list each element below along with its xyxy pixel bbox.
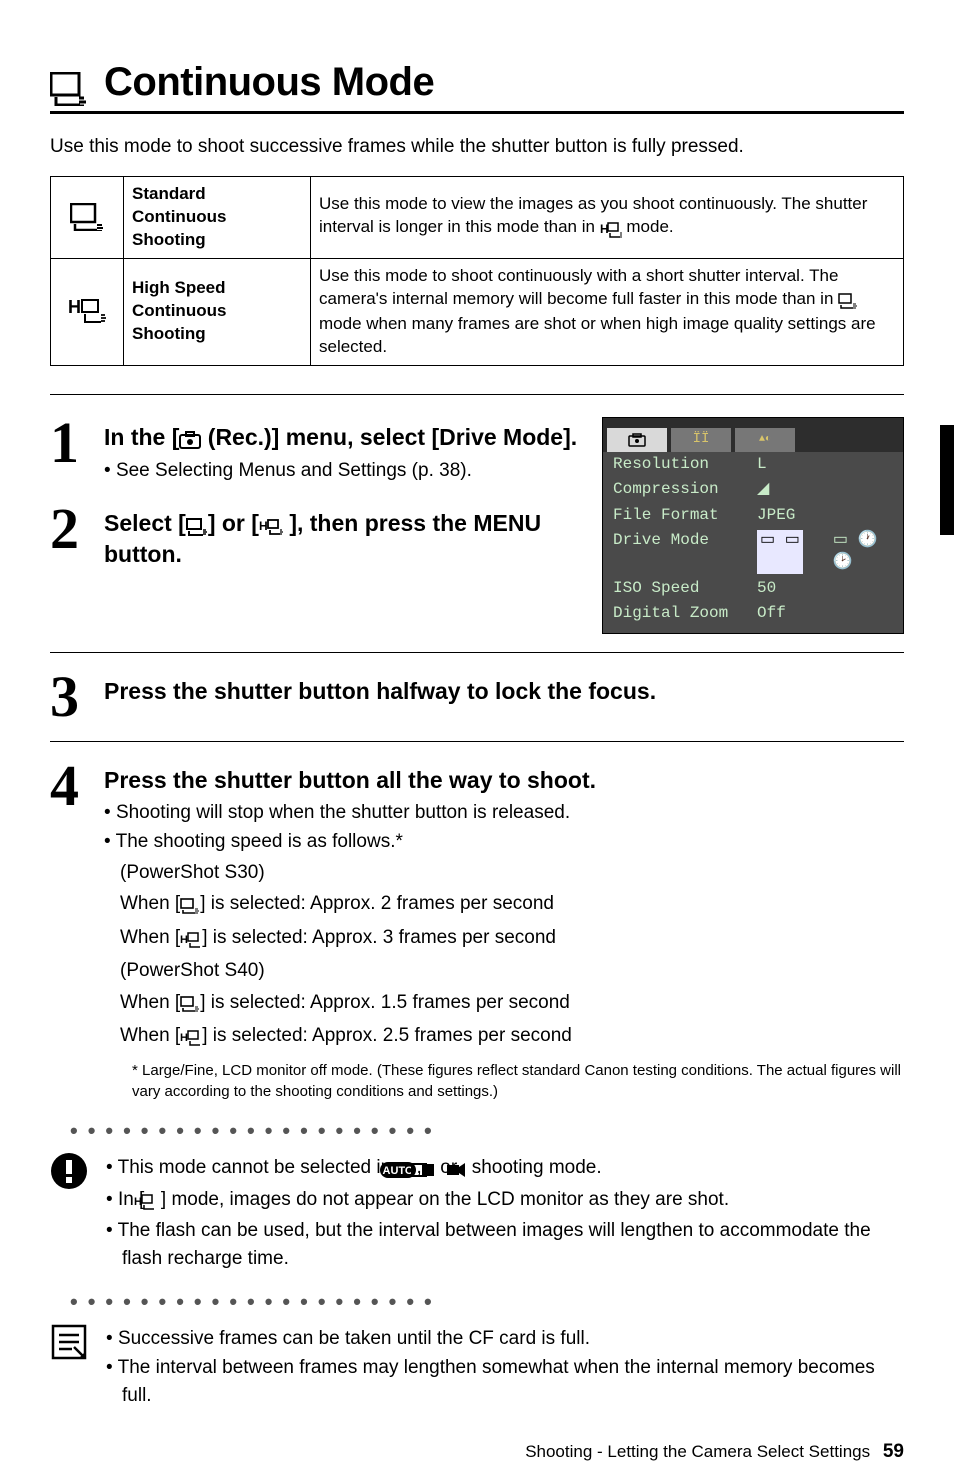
- standard-continuous-icon: [186, 511, 208, 540]
- note-bullet: The interval between frames may lengthen…: [106, 1354, 904, 1409]
- high-speed-continuous-icon: H: [600, 218, 622, 241]
- step-3: 3 Press the shutter button halfway to lo…: [50, 671, 904, 723]
- high-speed-continuous-icon: H: [180, 925, 202, 954]
- menu-row: File FormatJPEG: [603, 503, 903, 529]
- page-footer: Shooting - Letting the Camera Select Set…: [50, 1441, 904, 1463]
- page-number: 59: [883, 1441, 904, 1462]
- step-number: 2: [50, 503, 92, 573]
- menu-row: Compression◢: [603, 477, 903, 503]
- step-number: 1: [50, 417, 92, 487]
- step-1: 1 In the [ (Rec.)] menu, select [Drive M…: [50, 417, 578, 487]
- mode-desc-cell: Use this mode to view the images as you …: [311, 177, 904, 259]
- note-bullet: Successive frames can be taken until the…: [106, 1325, 904, 1353]
- camera-rec-icon: [179, 425, 201, 454]
- modes-table: Standard Continuous Shooting Use this mo…: [50, 176, 904, 366]
- step-4: 4 Press the shutter button all the way t…: [50, 760, 904, 1102]
- tip-note: Successive frames can be taken until the…: [50, 1323, 904, 1412]
- mode-name-cell: High Speed Continuous Shooting: [124, 258, 311, 365]
- step-heading: Press the shutter button all the way to …: [104, 766, 904, 795]
- svg-text:H: H: [180, 1032, 188, 1044]
- standard-continuous-icon: [180, 990, 200, 1019]
- dotted-separator: •••••••••••••••••••••: [70, 1118, 904, 1144]
- stitch-assist-icon: [427, 1156, 435, 1184]
- intro-text: Use this mode to shoot successive frames…: [50, 136, 904, 158]
- camera-menu-screenshot: ÏÏ ▲◐ ResolutionL Compression◢ File Form…: [602, 417, 904, 634]
- svg-text:H: H: [68, 297, 81, 317]
- step-number: 3: [50, 671, 92, 723]
- standard-continuous-icon: [838, 290, 858, 313]
- step-bullet: Shooting will stop when the shutter butt…: [104, 799, 904, 827]
- standard-continuous-icon: [51, 177, 124, 259]
- table-row: H High Speed Continuous Shooting Use thi…: [51, 258, 904, 365]
- spec-line: When [H] is selected: Approx. 2.5 frames…: [104, 1021, 904, 1052]
- high-speed-continuous-icon: H: [51, 258, 124, 365]
- continuous-mode-icon: [50, 68, 90, 106]
- page-title: Continuous Mode: [104, 60, 434, 105]
- high-speed-continuous-icon: H: [180, 1023, 202, 1052]
- high-speed-continuous-icon: H: [259, 511, 283, 540]
- warning-note: This mode cannot be selected in AUTO, or…: [50, 1152, 904, 1274]
- note-bullet: In [ H ] mode, images do not appear on t…: [106, 1186, 904, 1216]
- menu-tab-rec: [607, 428, 667, 452]
- model-label: (PowerShot S30): [104, 858, 904, 887]
- step-heading: Press the shutter button halfway to lock…: [104, 677, 904, 706]
- step-heading: Select [] or [H ], then press the MENU b…: [104, 509, 578, 569]
- mode-desc-cell: Use this mode to shoot continuously with…: [311, 258, 904, 365]
- table-row: Standard Continuous Shooting Use this mo…: [51, 177, 904, 259]
- step-number: 4: [50, 760, 92, 1102]
- standard-continuous-icon: [180, 891, 200, 920]
- tip-icon: [50, 1323, 92, 1412]
- menu-row-selected: Drive Mode▭ ▭▭ 🕐 🕑: [603, 528, 903, 575]
- menu-row: Digital ZoomOff: [603, 601, 903, 627]
- menu-tab-mycamera: ▲◐: [735, 428, 795, 452]
- footnote: * Large/Fine, LCD monitor off mode. (The…: [104, 1060, 904, 1102]
- step-heading: In the [ (Rec.)] menu, select [Drive Mod…: [104, 423, 578, 454]
- note-bullet: The flash can be used, but the interval …: [106, 1217, 904, 1272]
- note-bullet: This mode cannot be selected in AUTO, or…: [106, 1154, 904, 1184]
- dotted-separator: •••••••••••••••••••••: [70, 1289, 904, 1315]
- spec-line: When [] is selected: Approx. 2 frames pe…: [104, 889, 904, 920]
- warning-icon: [50, 1152, 92, 1274]
- svg-text:H: H: [134, 1196, 142, 1208]
- menu-row: ResolutionL: [603, 452, 903, 478]
- spec-line: When [H] is selected: Approx. 3 frames p…: [104, 923, 904, 954]
- mode-name-cell: Standard Continuous Shooting: [124, 177, 311, 259]
- step-bullet: See Selecting Menus and Settings (p. 38)…: [104, 457, 578, 485]
- page-title-row: Continuous Mode: [50, 60, 904, 114]
- svg-text:AUTO: AUTO: [383, 1165, 414, 1177]
- step-bullet: The shooting speed is as follows.*: [104, 828, 904, 856]
- menu-row: ISO Speed50: [603, 576, 903, 602]
- step-2: 2 Select [] or [H ], then press the MENU…: [50, 503, 578, 573]
- menu-tab-setup: ÏÏ: [671, 428, 731, 452]
- svg-text:H: H: [259, 519, 268, 533]
- page-edge-tab: [940, 425, 954, 535]
- svg-text:H: H: [180, 934, 188, 946]
- spec-line: When [] is selected: Approx. 1.5 frames …: [104, 988, 904, 1019]
- model-label: (PowerShot S40): [104, 956, 904, 985]
